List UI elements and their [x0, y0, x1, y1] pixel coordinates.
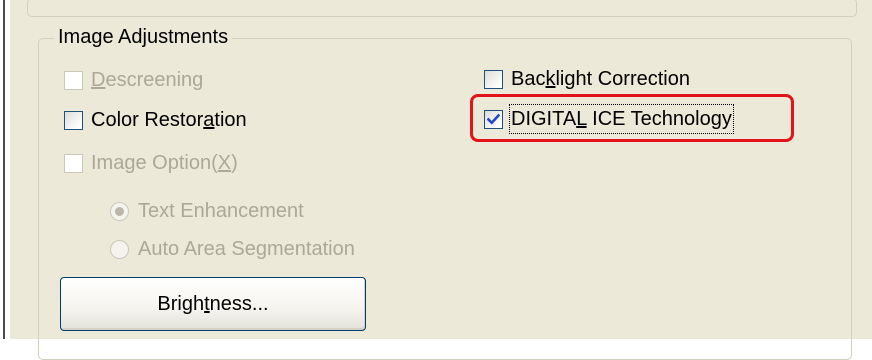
descreening-label-post: escreening: [105, 69, 204, 91]
backlight-correction-label-post: light Correction: [555, 68, 690, 90]
color-restoration-label-pre: Color Restor: [91, 109, 204, 131]
brightness-label-pre: Brigh: [157, 292, 205, 315]
digital-ice-mnemonic: L: [576, 108, 587, 130]
brightness-button[interactable]: Brightness...: [60, 277, 366, 331]
image-option-label: Image Option(X): [91, 150, 238, 176]
text-enhancement-radio[interactable]: Text Enhancement: [110, 198, 304, 224]
auto-area-segmentation-label: Auto Area Segmentation: [138, 238, 355, 260]
group-title: Image Adjustments: [54, 24, 233, 50]
color-restoration-mnemonic: a: [203, 109, 215, 131]
digital-ice-label-post: ICE Technology: [586, 108, 732, 130]
descreening-label: Descreening: [91, 67, 203, 93]
image-option-label-post: ): [231, 152, 238, 174]
backlight-correction-label-pre: Bac: [511, 68, 546, 90]
check-mark-icon: [487, 113, 500, 125]
descreening-checkbox[interactable]: Descreening: [64, 67, 203, 93]
descreening-box[interactable]: [64, 70, 83, 90]
image-option-mnemonic: X: [217, 152, 232, 174]
text-enhancement-radio-dot[interactable]: [110, 201, 129, 221]
image-option-box[interactable]: [64, 153, 83, 173]
color-restoration-checkbox[interactable]: Color Restoration: [64, 107, 247, 133]
upper-panel-frame: [27, 0, 857, 17]
color-restoration-box[interactable]: [64, 110, 83, 130]
auto-area-segmentation-radio[interactable]: Auto Area Segmentation: [110, 236, 355, 262]
brightness-label-post: ness...: [209, 292, 269, 315]
auto-area-segmentation-radio-dot[interactable]: [110, 239, 129, 259]
image-option-label-pre: Image Option(: [91, 152, 218, 174]
image-option-checkbox[interactable]: Image Option(X): [64, 150, 238, 176]
digital-ice-box[interactable]: [484, 109, 503, 129]
digital-ice-checkbox[interactable]: DIGITAL ICE Technology: [484, 104, 734, 134]
left-window-border: [0, 0, 6, 339]
text-enhancement-label: Text Enhancement: [138, 200, 304, 222]
color-restoration-label: Color Restoration: [91, 107, 247, 133]
backlight-correction-box[interactable]: [484, 69, 503, 89]
backlight-correction-label: Backlight Correction: [511, 66, 690, 92]
color-restoration-label-post: tion: [214, 109, 247, 131]
digital-ice-label-pre: DIGITA: [511, 108, 577, 130]
digital-ice-label: DIGITAL ICE Technology: [509, 104, 734, 134]
backlight-correction-checkbox[interactable]: Backlight Correction: [484, 66, 690, 92]
descreening-mnemonic: D: [91, 69, 106, 91]
backlight-correction-mnemonic: k: [545, 68, 556, 90]
